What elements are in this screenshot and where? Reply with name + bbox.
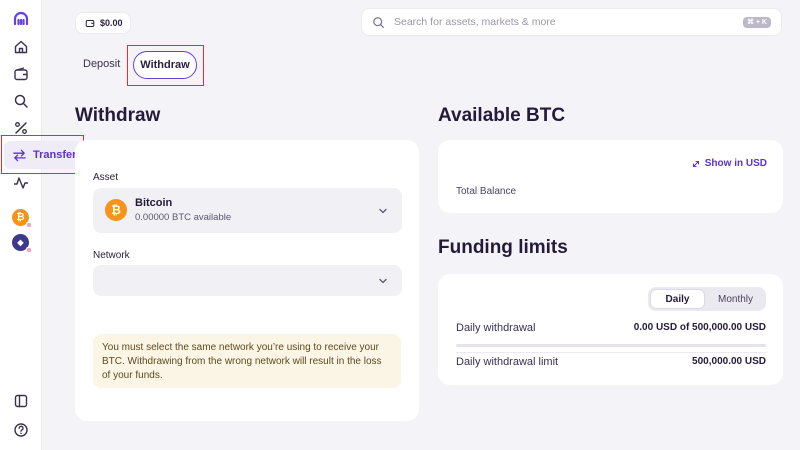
sidebar-item-transfer[interactable]: Transfer [4, 141, 80, 169]
home-icon[interactable] [11, 37, 31, 57]
help-icon[interactable] [11, 420, 31, 440]
daily-withdrawal-label: Daily withdrawal [456, 322, 536, 334]
bitcoin-icon: ₿ [105, 199, 127, 221]
network-warning: You must select the same network you’re … [93, 334, 401, 388]
kraken-logo-icon[interactable] [11, 9, 31, 29]
asset-select[interactable]: ₿ Bitcoin 0.00000 BTC available [93, 188, 402, 233]
tab-withdraw[interactable]: Withdraw [133, 51, 197, 79]
toggle-daily[interactable]: Daily [650, 289, 705, 309]
ethereum-icon[interactable]: ◆ [12, 234, 32, 253]
badge-dot [26, 247, 32, 253]
funding-limits-title: Funding limits [438, 237, 568, 258]
total-balance-label: Total Balance [456, 186, 517, 197]
search-placeholder: Search for assets, markets & more [394, 16, 556, 28]
show-in-usd-button[interactable]: Show in USD [691, 158, 767, 169]
show-in-usd-label: Show in USD [704, 158, 767, 169]
toggle-monthly[interactable]: Monthly [708, 289, 763, 309]
ethereum-glyph: ◆ [17, 238, 24, 247]
withdraw-title: Withdraw [75, 105, 161, 126]
daily-limit-label: Daily withdrawal limit [456, 356, 559, 368]
asset-available: 0.00000 BTC available [135, 212, 232, 223]
panel-toggle-icon[interactable] [11, 391, 31, 411]
divider [456, 352, 766, 353]
search-icon[interactable] [11, 91, 31, 111]
bitcoin-glyph: ₿ [16, 212, 25, 223]
bitcoin-icon[interactable]: ₿ [12, 209, 32, 228]
asset-name: Bitcoin [135, 197, 173, 209]
tab-deposit[interactable]: Deposit [83, 58, 120, 70]
balance-value: $0.00 [100, 18, 123, 28]
activity-icon[interactable] [11, 173, 31, 193]
search-shortcut-badge: ⌘ + K [742, 17, 771, 28]
search-bar[interactable]: Search for assets, markets & more ⌘ + K [361, 8, 782, 36]
sidebar: ₿ ◆ [0, 0, 42, 450]
daily-limit-value: 500,000.00 USD [692, 356, 766, 367]
period-toggle: Daily Monthly [648, 287, 766, 311]
network-select[interactable] [93, 265, 402, 296]
daily-withdrawal-value: 0.00 USD of 500,000.00 USD [633, 322, 766, 333]
badge-dot [26, 222, 32, 228]
available-title: Available BTC [438, 105, 566, 126]
balance-pill[interactable]: $0.00 [75, 12, 131, 34]
transfer-icon [12, 148, 27, 163]
network-label: Network [93, 250, 130, 261]
search-icon [372, 16, 385, 29]
asset-label: Asset [93, 172, 119, 183]
sidebar-item-label: Transfer [33, 149, 77, 161]
chevron-down-icon [379, 208, 387, 213]
available-card: Show in USD Total Balance [438, 140, 783, 213]
daily-withdrawal-progress [456, 344, 766, 347]
wallet-icon [85, 18, 95, 28]
percent-icon[interactable] [11, 118, 31, 138]
chevron-down-icon [379, 278, 387, 283]
swap-icon [692, 160, 699, 167]
wallet-icon[interactable] [11, 64, 31, 84]
